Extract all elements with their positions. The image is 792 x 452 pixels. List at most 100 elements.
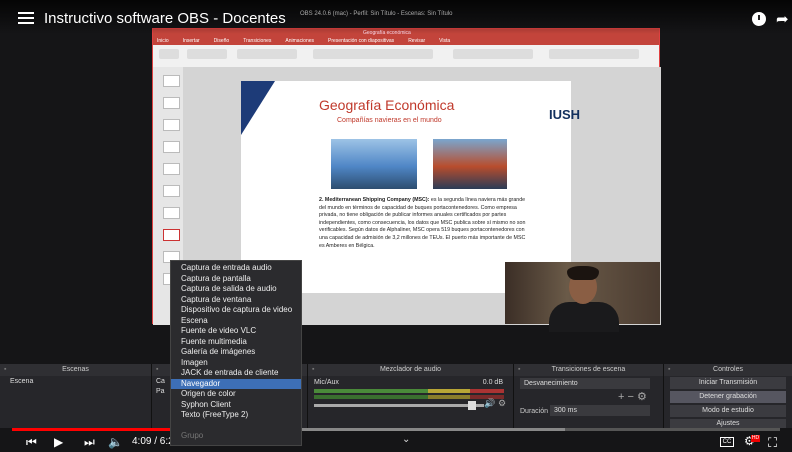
obs-window-title: OBS 24.0.6 (mac) - Perfil: Sin Título - … <box>300 11 453 17</box>
source-item[interactable]: Pa <box>156 388 165 395</box>
speaker-icon[interactable]: 🔊 <box>484 398 495 409</box>
menu-separator <box>171 421 301 432</box>
share-icon[interactable]: ➦ <box>776 10 789 28</box>
progress-played <box>12 428 197 431</box>
volume-meter-left <box>314 389 504 393</box>
menu-item[interactable]: Dispositivo de captura de video <box>171 305 301 316</box>
mixer-channel-name: Mic/Aux <box>314 379 339 386</box>
menu-item[interactable]: Captura de entrada audio <box>171 263 301 274</box>
slide-title: Geografía Económica <box>319 97 455 113</box>
scene-item[interactable]: Escena <box>10 378 33 385</box>
volume-icon[interactable]: 🔈 <box>108 435 123 449</box>
slide-thumbnail <box>163 119 180 131</box>
controls-dock: Controles Iniciar Transmisión Detener gr… <box>664 364 792 428</box>
ribbon-group <box>313 49 433 59</box>
video-frame[interactable]: Geografía económica Inicio Insertar Dise… <box>0 0 792 452</box>
slide-body-text: 2. Mediterranean Shipping Company (MSC):… <box>319 197 529 250</box>
transitions-dock: Transiciones de escena Desvanecimiento +… <box>514 364 664 428</box>
slide-thumbnail <box>163 185 180 197</box>
container-ship-image <box>433 139 507 189</box>
progress-bar[interactable] <box>12 428 780 431</box>
hd-badge: HD <box>751 435 760 442</box>
ribbon-tab: Diseño <box>213 38 230 44</box>
bullet-number: 2. <box>319 197 324 203</box>
play-icon[interactable]: ▶ <box>54 435 63 449</box>
slide-subtitle: Compañías navieras en el mundo <box>337 117 442 124</box>
scenes-dock: Escenas Escena <box>0 364 152 428</box>
youtube-controls: ⏮ ▶ ⏭ 🔈 <box>0 432 792 452</box>
webcam-feed <box>505 262 660 332</box>
ribbon-group <box>159 49 179 59</box>
source-item[interactable]: Ca <box>156 378 165 385</box>
mixer-header: Mezclador de audio <box>308 364 513 376</box>
studio-mode-button[interactable]: Modo de estudio <box>670 405 786 417</box>
duration-input[interactable]: 300 ms <box>550 405 650 416</box>
bullet-bold: Mediterranean Shipping Company (MSC): <box>324 197 430 203</box>
ship-image <box>331 139 417 189</box>
menu-item[interactable]: Imagen <box>171 358 301 369</box>
fullscreen-icon[interactable]: ⛶ <box>768 435 777 451</box>
ribbon-group <box>187 49 227 59</box>
transition-select[interactable]: Desvanecimiento <box>520 378 650 389</box>
ribbon-tab: Presentación con diapositivas <box>328 38 395 44</box>
settings-button[interactable]: Ajustes <box>670 419 786 428</box>
slide-thumbnail-selected <box>163 229 180 241</box>
audio-mixer-dock: Mezclador de audio Mic/Aux 0.0 dB 🔊 ⚙ <box>308 364 514 428</box>
ribbon-group <box>453 49 533 59</box>
menu-item[interactable]: JACK de entrada de cliente <box>171 368 301 379</box>
volume-slider-handle[interactable] <box>468 401 476 410</box>
ribbon-tab: Vista <box>439 38 451 44</box>
menu-item[interactable]: Fuente multimedia <box>171 337 301 348</box>
menu-item[interactable]: Galería de imágenes <box>171 347 301 358</box>
duration-label: Duración <box>520 408 549 415</box>
slide-thumbnail <box>163 163 180 175</box>
scenes-header: Escenas <box>0 364 151 376</box>
obs-docks: Escenas Escena Ca Pa Mezclador de audio … <box>0 364 792 428</box>
ribbon-tab: Animaciones <box>285 38 315 44</box>
menu-item[interactable]: Captura de salida de audio <box>171 284 301 295</box>
add-source-menu: Captura de entrada audio Captura de panta… <box>170 260 302 446</box>
video-title[interactable]: Instructivo software OBS - Docentes <box>44 10 286 27</box>
menu-item[interactable]: Captura de ventana <box>171 295 301 306</box>
ribbon-tab: Transiciones <box>243 38 272 44</box>
powerpoint-ribbon-tabs: Inicio Insertar Diseño Transiciones Anim… <box>153 37 659 45</box>
stop-recording-button[interactable]: Detener grabación <box>670 391 786 403</box>
slide-thumbnail <box>163 97 180 109</box>
chevron-down-icon[interactable]: ⌄ <box>402 434 410 445</box>
clock-icon[interactable] <box>752 12 766 26</box>
slide-thumbnail <box>163 207 180 219</box>
slide-thumbnail <box>163 141 180 153</box>
powerpoint-ribbon <box>153 45 659 67</box>
ribbon-tab: Inicio <box>157 38 169 44</box>
presenter-body <box>549 302 619 332</box>
volume-slider[interactable] <box>314 404 484 407</box>
slide-corner-decoration <box>241 81 275 135</box>
menu-item[interactable]: Syphon Client <box>171 400 301 411</box>
mixer-db-value: 0.0 dB <box>482 379 503 386</box>
menu-item[interactable]: Origen de color <box>171 389 301 400</box>
start-streaming-button[interactable]: Iniciar Transmisión <box>670 377 786 389</box>
bullet-text: es la segunda línea naviera más grande d… <box>319 197 526 249</box>
slide-thumbnail <box>163 75 180 87</box>
presenter-hair <box>567 266 599 280</box>
menu-item[interactable]: Navegador <box>171 378 301 389</box>
menu-item[interactable]: Grupo <box>171 431 301 442</box>
controls-header: Controles <box>664 364 792 376</box>
add-remove-transition-buttons[interactable]: + − ⚙ <box>618 390 647 403</box>
next-icon[interactable]: ⏭ <box>84 435 95 450</box>
menu-item[interactable]: Fuente de video VLC <box>171 326 301 337</box>
ribbon-group <box>237 49 297 59</box>
prev-icon[interactable]: ⏮ <box>26 435 37 450</box>
menu-item[interactable]: Captura de pantalla <box>171 274 301 285</box>
volume-meter-right <box>314 395 504 399</box>
ribbon-tab: Insertar <box>182 38 200 44</box>
gear-icon[interactable]: ⚙ <box>498 398 506 409</box>
menu-item[interactable]: Texto (FreeType 2) <box>171 410 301 421</box>
transitions-header: Transiciones de escena <box>514 364 663 376</box>
captions-icon[interactable]: CC <box>720 437 734 447</box>
iush-logo: IUSH <box>549 107 581 122</box>
menu-item[interactable]: Escena <box>171 316 301 327</box>
menu-icon[interactable] <box>18 12 34 24</box>
ribbon-tab: Revisar <box>408 38 426 44</box>
youtube-top-bar: Instructivo software OBS - Docentes OBS … <box>0 0 792 34</box>
